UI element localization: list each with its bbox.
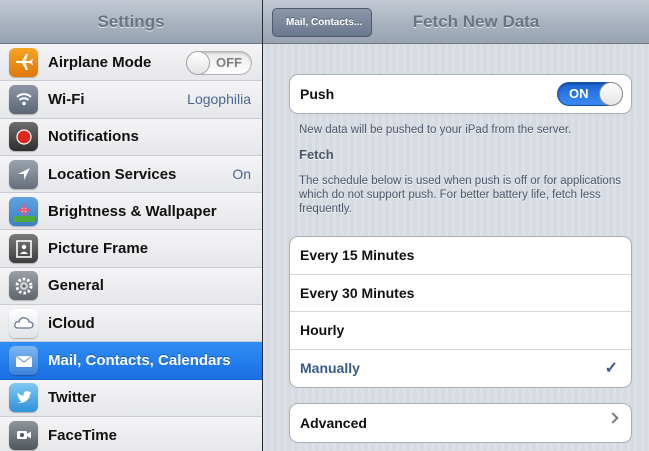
schedule-option-label: Every 15 Minutes — [300, 247, 415, 264]
sidebar-item-twitter[interactable]: Twitter — [0, 379, 262, 417]
sidebar-item-facetime[interactable]: FaceTime — [0, 416, 262, 451]
sidebar-item-label: Location Services — [48, 165, 177, 183]
push-group: Push ON — [289, 74, 632, 114]
sidebar-item-label: Mail, Contacts, Calendars — [48, 352, 231, 370]
sidebar-item-label: Airplane Mode — [48, 53, 152, 71]
sidebar-title: Settings — [97, 12, 165, 31]
advanced-group: Advanced — [289, 403, 632, 443]
checkmark-icon: ✓ — [604, 359, 618, 377]
twitter-icon — [9, 383, 38, 413]
schedule-option-every-15-minutes[interactable]: Every 15 Minutes — [290, 237, 631, 275]
advanced-row[interactable]: Advanced — [290, 404, 631, 442]
sidebar-list: Airplane Mode OFF Wi-Fi Logophilia Notif… — [0, 44, 262, 451]
sidebar-item-wifi[interactable]: Wi-Fi Logophilia — [0, 81, 262, 119]
fetch-section-header: Fetch — [299, 147, 334, 162]
settings-sidebar: Settings Airplane Mode OFF Wi-Fi Logophi… — [0, 0, 262, 451]
gear-icon — [9, 271, 38, 301]
sidebar-item-brightness-wallpaper[interactable]: Brightness & Wallpaper — [0, 193, 262, 231]
sidebar-item-picture-frame[interactable]: Picture Frame — [0, 230, 262, 268]
sidebar-item-label: General — [48, 277, 104, 295]
picture-frame-icon — [9, 234, 38, 264]
wifi-network-value: Logophilia — [187, 91, 251, 108]
sidebar-item-label: Wi-Fi — [48, 90, 85, 108]
notifications-icon — [9, 122, 38, 152]
chevron-right-icon — [607, 412, 619, 424]
location-services-value: On — [232, 166, 251, 183]
wifi-icon — [9, 84, 38, 114]
sidebar-item-label: FaceTime — [48, 426, 117, 444]
sidebar-navbar: Settings — [0, 0, 262, 44]
icloud-icon — [9, 308, 38, 338]
push-label: Push — [300, 85, 335, 102]
toggle-knob — [599, 82, 623, 106]
detail-pane: Mail, Contacts... Fetch New Data Push ON… — [263, 0, 649, 451]
schedule-option-label: Manually — [300, 360, 360, 377]
location-services-icon — [9, 159, 38, 189]
schedule-option-manually[interactable]: Manually ✓ — [290, 350, 631, 388]
sidebar-item-label: iCloud — [48, 314, 95, 332]
sidebar-item-mail-contacts-calendars[interactable]: Mail, Contacts, Calendars — [0, 342, 262, 380]
facetime-icon — [9, 420, 38, 450]
sidebar-item-label: Twitter — [48, 389, 97, 407]
push-row: Push ON — [290, 75, 631, 113]
advanced-label: Advanced — [300, 414, 367, 431]
airplane-mode-toggle[interactable]: OFF — [186, 51, 252, 75]
brightness-wallpaper-icon — [9, 196, 38, 226]
airplane-icon — [9, 47, 38, 77]
fetch-schedule-group: Every 15 Minutes Every 30 Minutes Hourly… — [289, 236, 632, 388]
sidebar-item-general[interactable]: General — [0, 267, 262, 306]
detail-navbar: Mail, Contacts... Fetch New Data — [263, 0, 649, 44]
toggle-label: ON — [569, 86, 589, 101]
toggle-label: OFF — [216, 55, 242, 70]
sidebar-item-label: Picture Frame — [48, 240, 149, 258]
sidebar-item-airplane-mode[interactable]: Airplane Mode OFF — [0, 44, 262, 82]
sidebar-item-label: Notifications — [48, 128, 139, 146]
schedule-option-every-30-minutes[interactable]: Every 30 Minutes — [290, 275, 631, 312]
push-toggle[interactable]: ON — [557, 82, 623, 106]
fetch-description: The schedule below is used when push is … — [299, 175, 621, 215]
sidebar-item-label: Brightness & Wallpaper — [48, 202, 217, 220]
schedule-option-hourly[interactable]: Hourly — [290, 312, 631, 350]
schedule-option-label: Every 30 Minutes — [300, 284, 415, 301]
push-footer-text: New data will be pushed to your iPad fro… — [299, 124, 572, 136]
page-title: Fetch New Data — [412, 12, 540, 31]
schedule-option-label: Hourly — [300, 322, 345, 339]
sidebar-item-icloud[interactable]: iCloud — [0, 305, 262, 343]
toggle-knob — [186, 51, 210, 75]
sidebar-item-notifications[interactable]: Notifications — [0, 118, 262, 156]
mail-icon — [9, 346, 38, 376]
sidebar-item-location-services[interactable]: Location Services On — [0, 155, 262, 194]
